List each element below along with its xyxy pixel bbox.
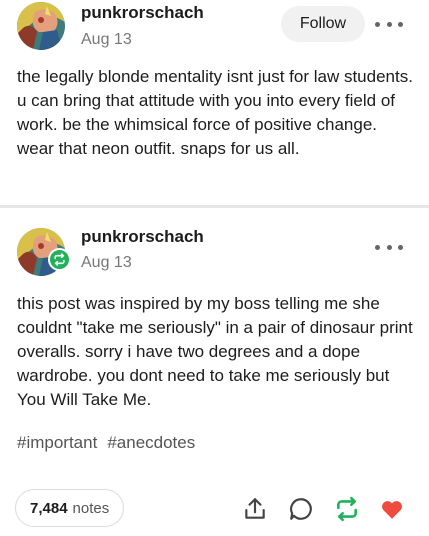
more-icon[interactable] [375, 240, 403, 254]
notes-label: notes [72, 499, 110, 517]
post-date[interactable]: Aug 13 [81, 254, 132, 272]
dot [386, 21, 392, 27]
reblog-badge-icon [48, 248, 71, 271]
reblog-post: punkrorschach Aug 13 this post was inspi… [0, 208, 429, 536]
notes-button[interactable]: 7,484 notes [15, 489, 125, 527]
heart-icon[interactable] [378, 495, 406, 523]
dot [398, 21, 403, 27]
username[interactable]: punkrorschach [81, 3, 204, 23]
post-date[interactable]: Aug 13 [81, 31, 132, 49]
avatar[interactable] [17, 2, 65, 50]
dot [398, 244, 403, 250]
reply-icon[interactable] [287, 495, 315, 523]
dot [375, 21, 380, 27]
reblog-icon[interactable] [333, 495, 361, 523]
more-icon[interactable] [375, 17, 403, 31]
username[interactable]: punkrorschach [81, 227, 204, 247]
share-icon[interactable] [241, 495, 269, 523]
tag[interactable]: #important [17, 433, 97, 453]
post-body: this post was inspired by my boss tellin… [17, 294, 413, 409]
follow-button[interactable]: Follow [281, 6, 365, 42]
tag-list: #important #anecdotes [17, 433, 195, 453]
tag[interactable]: #anecdotes [107, 433, 195, 453]
post-body: the legally blonde mentality isnt just f… [17, 67, 413, 158]
dot [375, 244, 380, 250]
notes-count: 7,484 [30, 499, 68, 517]
dot [386, 244, 392, 250]
original-post: punkrorschach Aug 13 Follow the legally … [0, 0, 429, 206]
